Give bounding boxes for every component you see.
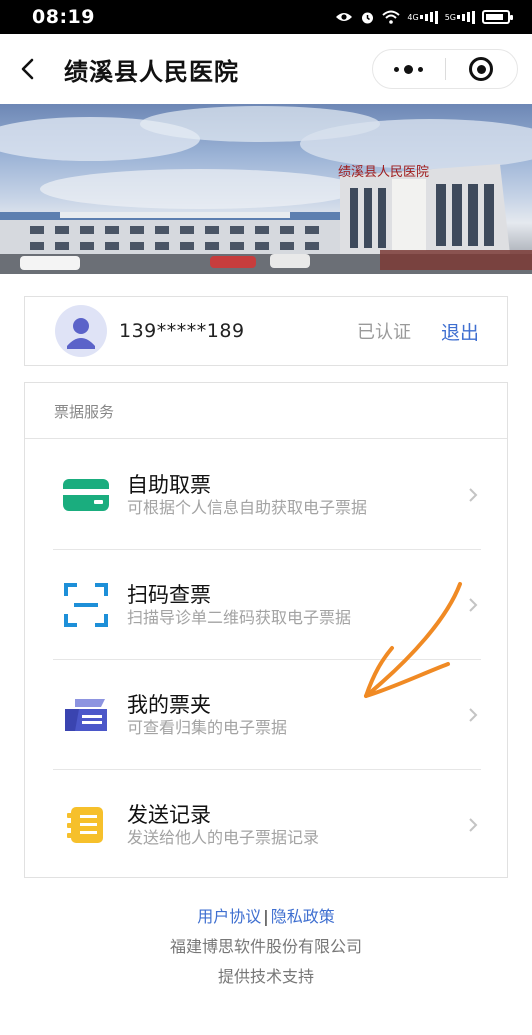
- logout-button[interactable]: 退出: [441, 318, 479, 345]
- wifi-icon: [382, 10, 401, 24]
- status-icons: 4G 5G: [335, 10, 513, 25]
- footer-separator: |: [263, 907, 269, 926]
- more-dots-icon: [394, 66, 400, 72]
- service-text: 扫码查票 扫描导诊单二维码获取电子票据: [127, 582, 465, 628]
- chevron-left-icon: [21, 58, 34, 80]
- signal-1-icon: 4G: [407, 10, 438, 24]
- network-type-2: 5G: [444, 12, 456, 22]
- user-avatar-icon: [55, 305, 107, 357]
- battery-level: [486, 14, 503, 20]
- services-header: 票据服务: [25, 383, 507, 439]
- verified-status: 已认证: [356, 322, 411, 343]
- user-card: 139*****189 已认证 退出: [24, 296, 508, 366]
- service-text: 自助取票 可根据个人信息自助获取电子票据: [127, 472, 465, 518]
- nav-bar: 绩溪县人民医院: [0, 34, 532, 104]
- signal-2-icon: 5G: [445, 10, 475, 24]
- card-icon: [61, 470, 111, 520]
- service-title: 我的票夹: [127, 692, 211, 717]
- status-bar: 08:19 4G 5G: [0, 0, 532, 34]
- ticket-services-panel: 票据服务 自助取票 可根据个人信息自助获取电子票据 扫码查票 扫描导诊单二维码获…: [24, 382, 508, 878]
- footer-links: 用户协议 | 隐私政策: [0, 906, 532, 928]
- hospital-banner: 绩溪县人民医院: [0, 104, 532, 274]
- service-title: 自助取票: [127, 472, 211, 497]
- service-text: 我的票夹 可查看归集的电子票据: [127, 692, 465, 738]
- service-self-pickup[interactable]: 自助取票 可根据个人信息自助获取电子票据: [53, 440, 481, 550]
- chevron-right-icon: [465, 485, 481, 505]
- more-button[interactable]: [373, 50, 445, 88]
- target-dot: [476, 64, 486, 74]
- footer: 用户协议 | 隐私政策 福建博思软件股份有限公司 提供技术支持: [0, 906, 532, 988]
- back-button[interactable]: [0, 34, 56, 104]
- target-close-icon: [469, 57, 494, 81]
- hospital-building-image: 绩溪县人民医院: [0, 106, 532, 274]
- page-title: 绩溪县人民医院: [64, 57, 239, 86]
- list-record-icon: [61, 800, 111, 850]
- user-phone: 139*****189: [119, 320, 245, 342]
- banner-sign: 绩溪县人民医院: [338, 165, 429, 180]
- more-dot: [404, 64, 414, 74]
- alarm-icon: [360, 10, 375, 25]
- footer-company: 福建博思软件股份有限公司: [169, 937, 362, 956]
- user-agreement-link[interactable]: 用户协议: [197, 907, 261, 926]
- chevron-right-icon: [465, 595, 481, 615]
- service-title: 扫码查票: [127, 582, 211, 607]
- eye-icon: [335, 11, 353, 23]
- service-desc: 扫描导诊单二维码获取电子票据: [127, 607, 352, 627]
- service-desc: 可查看归集的电子票据: [127, 717, 288, 737]
- service-desc: 发送给他人的电子票据记录: [127, 828, 320, 847]
- chevron-right-icon: [465, 705, 481, 725]
- scan-icon: [61, 580, 111, 630]
- close-mini-program-button[interactable]: [446, 50, 518, 88]
- status-time: 08:19: [32, 6, 95, 28]
- service-desc: 可根据个人信息自助获取电子票据: [127, 497, 368, 517]
- ticket-folder-icon: [61, 690, 111, 740]
- chevron-right-icon: [465, 815, 481, 835]
- battery-icon: [482, 10, 513, 24]
- privacy-policy-link[interactable]: 隐私政策: [271, 907, 335, 926]
- network-type-1: 4G: [407, 12, 419, 22]
- mini-program-capsule: [372, 49, 518, 89]
- footer-support: 提供技术支持: [217, 967, 314, 986]
- service-my-ticket-folder[interactable]: 我的票夹 可查看归集的电子票据: [53, 660, 481, 770]
- service-send-records[interactable]: 发送记录 发送给他人的电子票据记录: [53, 770, 481, 880]
- service-title: 发送记录: [127, 803, 211, 827]
- service-scan-query[interactable]: 扫码查票 扫描导诊单二维码获取电子票据: [53, 550, 481, 660]
- more-dot: [418, 66, 424, 72]
- service-text: 发送记录 发送给他人的电子票据记录: [127, 802, 465, 848]
